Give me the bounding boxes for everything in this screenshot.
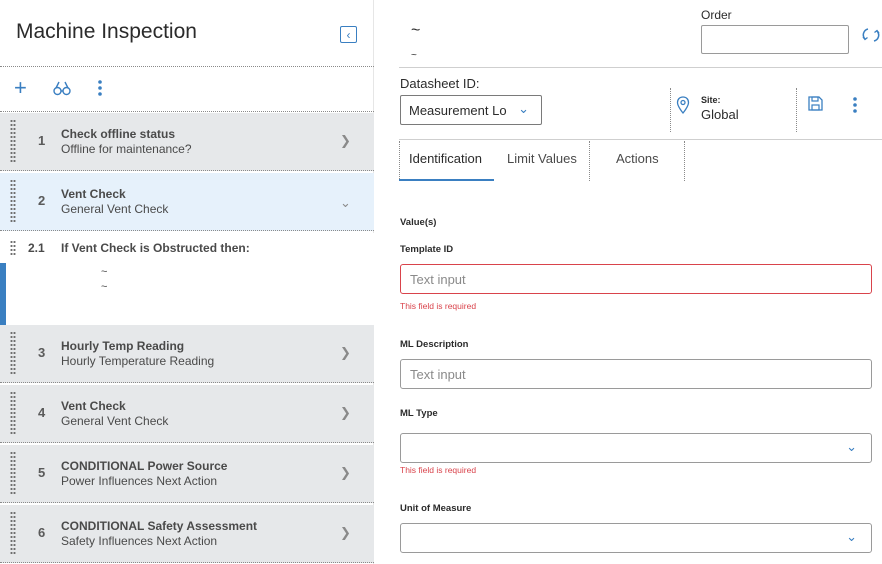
chevron-down-icon[interactable]: ⌄	[340, 195, 351, 211]
more-options-icon[interactable]	[851, 96, 859, 114]
step-title: Check offline status	[61, 127, 176, 141]
vertical-divider	[796, 88, 797, 132]
step-subtitle: Hourly Temperature Reading	[61, 354, 215, 368]
ml-description-input[interactable]: Text input	[400, 359, 872, 389]
chevron-down-icon: ⌄	[518, 101, 529, 116]
ml-type-select[interactable]: ⌄	[400, 433, 872, 463]
drag-handle-icon[interactable]	[10, 391, 16, 435]
header-divider	[399, 67, 882, 68]
chevron-right-icon[interactable]: ❯	[340, 465, 351, 481]
refresh-icon[interactable]	[862, 27, 880, 48]
step-title: Vent Check	[61, 399, 126, 413]
add-icon[interactable]: +	[14, 77, 27, 99]
step-number: 4	[38, 405, 46, 420]
step-row[interactable]: 3 Hourly Temp Reading Hourly Temperature…	[0, 325, 374, 383]
step-subtitle: General Vent Check	[61, 202, 169, 216]
tab-actions[interactable]: Actions	[616, 151, 659, 166]
substep-title: If Vent Check is Obstructed then:	[61, 241, 250, 255]
steps-panel: Machine Inspection ‹ + 1 Check offline s…	[0, 0, 374, 564]
chevron-down-icon: ⌄	[846, 439, 857, 454]
chevron-down-icon: ⌄	[846, 529, 857, 544]
more-options-icon[interactable]	[96, 79, 104, 101]
step-heading: ~	[411, 22, 421, 39]
chevron-right-icon[interactable]: ❯	[340, 345, 351, 361]
location-pin-icon	[676, 96, 690, 119]
template-id-error: This field is required	[400, 301, 477, 311]
tab-limit-values[interactable]: Limit Values	[507, 151, 577, 166]
template-id-placeholder: Text input	[410, 272, 466, 287]
step-number: 6	[38, 525, 46, 540]
substep-line: ~	[101, 266, 108, 278]
values-label: Value(s)	[400, 217, 437, 228]
chevron-right-icon[interactable]: ❯	[340, 133, 351, 149]
order-label: Order	[701, 8, 732, 22]
step-number: 2	[38, 193, 46, 208]
step-details-panel: ~ ~ Order Datasheet ID: Measurement Lo ⌄…	[375, 0, 882, 564]
step-row[interactable]: 1 Check offline status Offline for maint…	[0, 113, 374, 171]
title-divider	[0, 66, 374, 67]
step-subtitle: Power Influences Next Action	[61, 474, 218, 488]
chevron-right-icon[interactable]: ❯	[340, 525, 351, 541]
selection-indicator	[0, 263, 6, 325]
datasheet-divider	[399, 139, 882, 140]
tab-divider	[589, 141, 590, 181]
step-number: 3	[38, 345, 46, 360]
datasheet-label: Datasheet ID:	[400, 76, 480, 91]
page-title: Machine Inspection	[16, 20, 197, 43]
drag-handle-icon[interactable]	[10, 119, 16, 163]
toolbar-divider	[0, 111, 374, 112]
substep-line: ~	[101, 281, 108, 293]
chevron-left-icon: ‹	[346, 27, 351, 42]
step-row[interactable]: 4 Vent Check General Vent Check ❯	[0, 385, 374, 443]
ml-type-label: ML Type	[400, 408, 438, 419]
save-icon[interactable]	[808, 96, 823, 116]
unit-of-measure-select[interactable]: ⌄	[400, 523, 872, 553]
drag-handle-icon[interactable]	[10, 331, 16, 375]
step-row[interactable]: 5 CONDITIONAL Power Source Power Influen…	[0, 445, 374, 503]
ml-description-label: ML Description	[400, 339, 469, 350]
datasheet-select[interactable]: Measurement Lo ⌄	[400, 95, 542, 125]
template-id-input[interactable]: Text input	[400, 264, 872, 294]
active-tab-indicator	[399, 179, 494, 181]
drag-handle-icon[interactable]	[10, 240, 16, 256]
tab-divider	[684, 141, 685, 181]
ml-type-error: This field is required	[400, 465, 477, 475]
step-title: CONDITIONAL Safety Assessment	[61, 519, 258, 533]
drag-handle-icon[interactable]	[10, 511, 16, 555]
site-label: Site:	[701, 95, 721, 105]
step-subtitle: Offline for maintenance?	[61, 142, 192, 156]
step-title: Hourly Temp Reading	[61, 339, 185, 353]
step-row-selected[interactable]: 2 Vent Check General Vent Check ⌄	[0, 173, 374, 231]
binoculars-icon[interactable]	[53, 80, 71, 100]
drag-handle-icon[interactable]	[10, 451, 16, 495]
site-value: Global	[701, 107, 739, 122]
drag-handle-icon[interactable]	[10, 179, 16, 223]
vertical-divider	[670, 88, 671, 132]
substep-number: 2.1	[28, 241, 45, 255]
chevron-right-icon[interactable]: ❯	[340, 405, 351, 421]
unit-of-measure-label: Unit of Measure	[400, 503, 472, 514]
step-subheading: ~	[411, 50, 417, 61]
template-id-label: Template ID	[400, 244, 454, 255]
collapse-panel-button[interactable]: ‹	[340, 26, 357, 43]
step-row[interactable]: 6 CONDITIONAL Safety Assessment Safety I…	[0, 505, 374, 563]
step-title: CONDITIONAL Power Source	[61, 459, 228, 473]
substep-row[interactable]: 2.1 If Vent Check is Obstructed then: ~ …	[0, 233, 374, 325]
tab-divider	[399, 141, 400, 181]
step-subtitle: Safety Influences Next Action	[61, 534, 218, 548]
step-number: 1	[38, 133, 46, 148]
tab-identification[interactable]: Identification	[409, 151, 482, 166]
datasheet-value: Measurement Lo	[409, 103, 507, 118]
step-title: Vent Check	[61, 187, 126, 201]
ml-description-placeholder: Text input	[410, 367, 466, 382]
order-input[interactable]	[701, 25, 849, 54]
step-number: 5	[38, 465, 46, 480]
step-subtitle: General Vent Check	[61, 414, 169, 428]
